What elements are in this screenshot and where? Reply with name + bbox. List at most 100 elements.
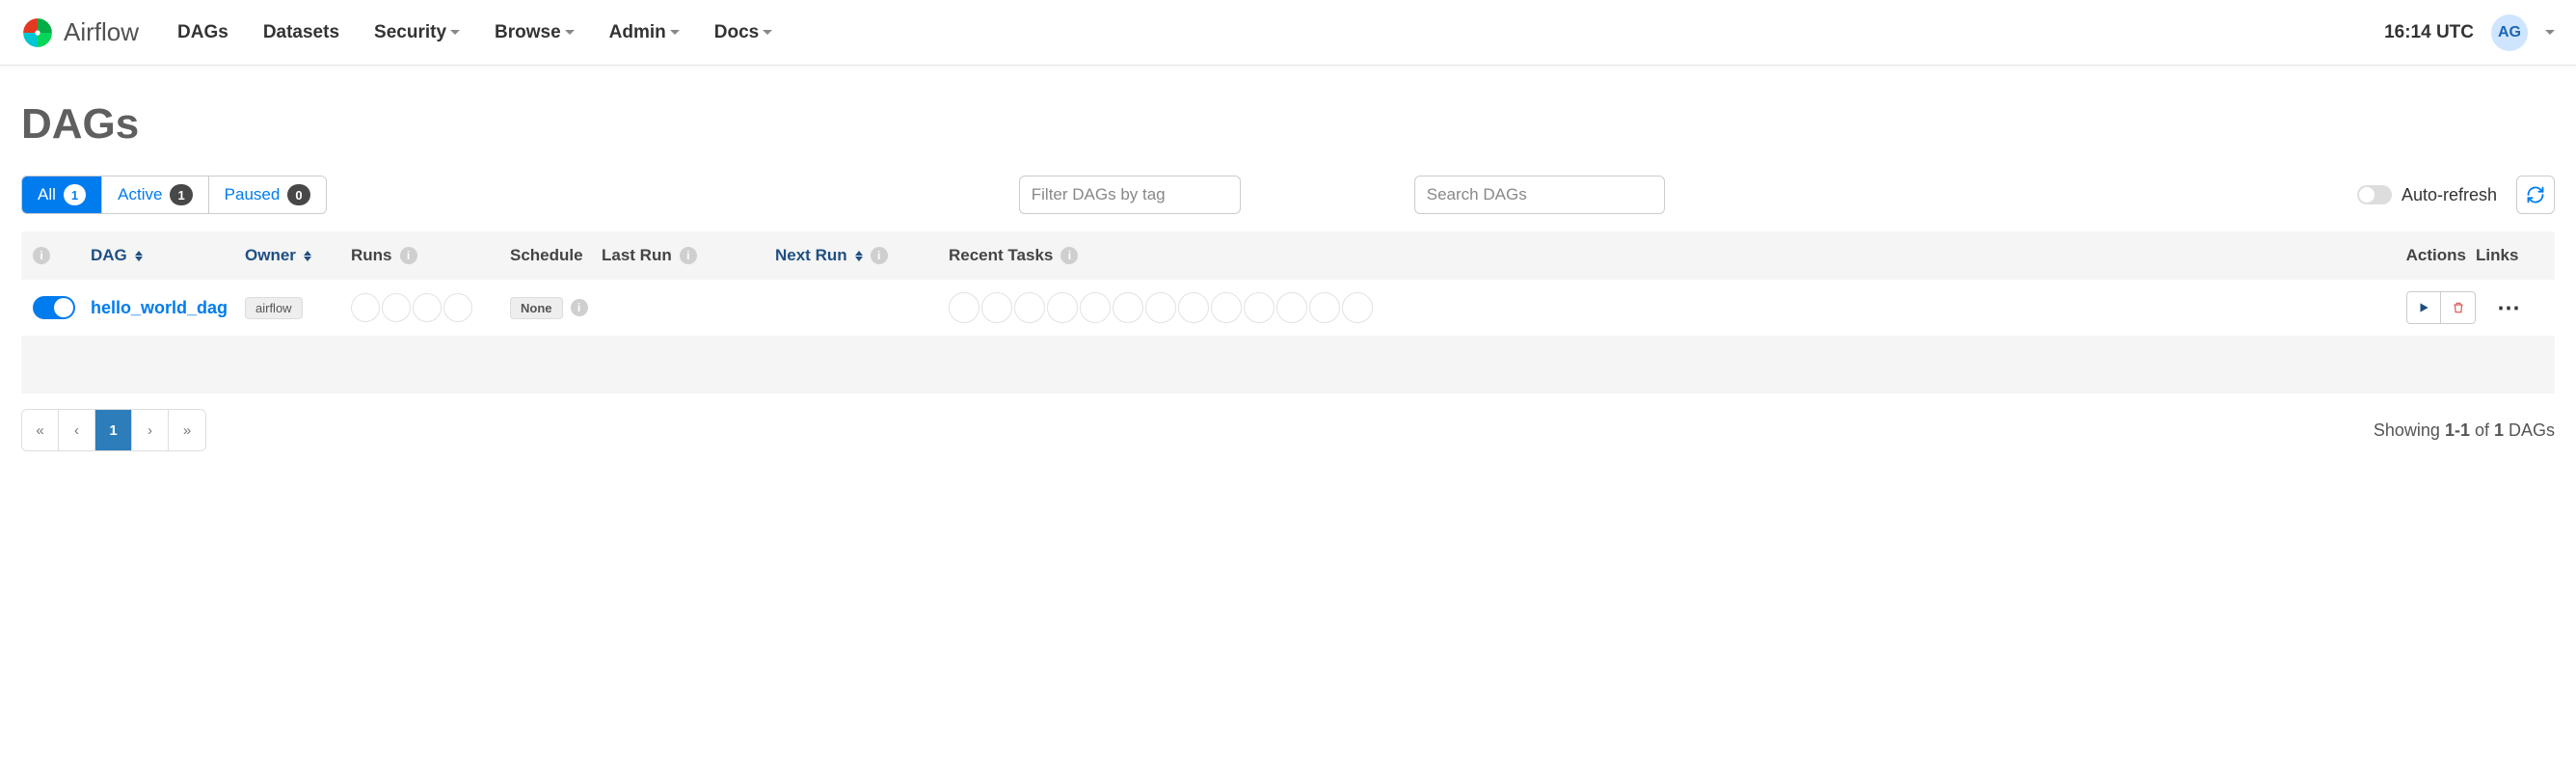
chevron-down-icon xyxy=(565,30,575,35)
col-label: Next Run xyxy=(775,246,847,265)
schedule-badge[interactable]: None xyxy=(510,297,563,319)
col-owner[interactable]: Owner xyxy=(245,246,351,265)
recent-tasks-circles xyxy=(949,292,2379,323)
filter-tab-all[interactable]: All 1 xyxy=(22,176,102,213)
col-label: Owner xyxy=(245,246,296,265)
table-row: hello_world_dag airflow None i xyxy=(21,280,2555,336)
nav-item-docs[interactable]: Docs xyxy=(714,22,772,43)
play-icon xyxy=(2417,301,2430,314)
result-summary: Showing 1-1 of 1 DAGs xyxy=(2374,420,2555,441)
col-recent-tasks: Recent Tasks i xyxy=(949,246,2379,265)
clock[interactable]: 16:14 UTC xyxy=(2384,22,2474,43)
task-status-circle[interactable] xyxy=(1276,292,1307,323)
sort-icon xyxy=(304,251,311,261)
task-status-circle[interactable] xyxy=(1309,292,1340,323)
task-status-circle[interactable] xyxy=(1113,292,1143,323)
table-header: i DAG Owner Runs i Schedule Last Run i N… xyxy=(21,231,2555,280)
page-title: DAGs xyxy=(21,100,2555,149)
nav-item-browse[interactable]: Browse xyxy=(495,22,575,43)
user-avatar[interactable]: AG xyxy=(2491,14,2528,51)
chevron-down-icon[interactable] xyxy=(2545,30,2555,35)
task-status-circle[interactable] xyxy=(981,292,1012,323)
col-last-run: Last Run i xyxy=(602,246,775,265)
nav-item-label: DAGs xyxy=(177,22,228,43)
trigger-dag-button[interactable] xyxy=(2406,291,2441,324)
col-label: Runs xyxy=(351,246,392,265)
task-status-circle[interactable] xyxy=(1211,292,1242,323)
trash-icon xyxy=(2452,301,2465,314)
col-label: Last Run xyxy=(602,246,672,265)
task-status-circle[interactable] xyxy=(1244,292,1275,323)
info-icon[interactable]: i xyxy=(1060,247,1078,264)
col-next-run[interactable]: Next Run i xyxy=(775,246,949,265)
count-badge: 1 xyxy=(170,184,192,205)
delete-dag-button[interactable] xyxy=(2441,291,2476,324)
auto-refresh-toggle[interactable] xyxy=(2357,185,2392,204)
nav-right: 16:14 UTC AG xyxy=(2384,14,2555,51)
nav-item-security[interactable]: Security xyxy=(374,22,460,43)
dags-table: i DAG Owner Runs i Schedule Last Run i N… xyxy=(21,231,2555,393)
chevron-down-icon xyxy=(450,30,460,35)
page-first[interactable]: « xyxy=(22,410,59,450)
nav-item-label: Security xyxy=(374,22,446,43)
page-body: DAGs All 1 Active 1 Paused 0 Auto-refres… xyxy=(0,66,2576,480)
page-next[interactable]: › xyxy=(132,410,169,450)
page-last[interactable]: » xyxy=(169,410,205,450)
more-links-button[interactable]: ⋯ xyxy=(2476,294,2543,322)
filter-tab-active[interactable]: Active 1 xyxy=(102,176,209,213)
col-label: DAG xyxy=(91,246,127,265)
dag-name-link[interactable]: hello_world_dag xyxy=(91,298,228,317)
col-label: Links xyxy=(2476,246,2518,265)
task-status-circle[interactable] xyxy=(1145,292,1176,323)
nav-item-dags[interactable]: DAGs xyxy=(177,22,228,43)
chevron-down-icon xyxy=(763,30,772,35)
pagination: « ‹ 1 › » xyxy=(21,409,206,451)
page-prev[interactable]: ‹ xyxy=(59,410,95,450)
col-schedule: Schedule xyxy=(510,246,602,265)
brand[interactable]: Airflow xyxy=(21,16,139,49)
task-status-circle[interactable] xyxy=(1047,292,1078,323)
count-badge: 1 xyxy=(64,184,86,205)
search-input[interactable] xyxy=(1414,176,1665,214)
count-badge: 0 xyxy=(287,184,309,205)
col-runs: Runs i xyxy=(351,246,510,265)
info-icon[interactable]: i xyxy=(871,247,888,264)
sort-icon xyxy=(855,251,863,261)
run-status-circle[interactable] xyxy=(443,293,472,322)
run-status-circle[interactable] xyxy=(382,293,411,322)
table-footer: « ‹ 1 › » Showing 1-1 of 1 DAGs xyxy=(21,409,2555,451)
col-label: Actions xyxy=(2406,246,2466,265)
page-number[interactable]: 1 xyxy=(95,410,132,450)
nav-item-label: Datasets xyxy=(263,22,339,43)
nav-item-datasets[interactable]: Datasets xyxy=(263,22,339,43)
avatar-initials: AG xyxy=(2498,24,2521,41)
navbar: Airflow DAGs Datasets Security Browse Ad… xyxy=(0,0,2576,66)
filter-tabs: All 1 Active 1 Paused 0 xyxy=(21,176,327,214)
schedule-cell: None i xyxy=(510,297,602,319)
run-status-circle[interactable] xyxy=(413,293,442,322)
col-dag[interactable]: DAG xyxy=(91,246,245,265)
filter-tab-label: All xyxy=(38,185,56,204)
filter-tab-paused[interactable]: Paused 0 xyxy=(209,176,326,213)
col-label: Schedule xyxy=(510,246,583,265)
nav-item-label: Browse xyxy=(495,22,561,43)
refresh-button[interactable] xyxy=(2516,176,2555,214)
nav-item-admin[interactable]: Admin xyxy=(609,22,680,43)
task-status-circle[interactable] xyxy=(1342,292,1373,323)
brand-name: Airflow xyxy=(64,17,139,47)
dag-enable-toggle[interactable] xyxy=(33,296,75,319)
chevron-down-icon xyxy=(670,30,680,35)
tag-filter-input[interactable] xyxy=(1019,176,1241,214)
task-status-circle[interactable] xyxy=(949,292,979,323)
task-status-circle[interactable] xyxy=(1178,292,1209,323)
info-icon[interactable]: i xyxy=(680,247,697,264)
run-status-circle[interactable] xyxy=(351,293,380,322)
refresh-icon xyxy=(2526,185,2545,204)
info-icon[interactable]: i xyxy=(400,247,417,264)
auto-refresh: Auto-refresh xyxy=(2357,185,2497,205)
task-status-circle[interactable] xyxy=(1080,292,1111,323)
task-status-circle[interactable] xyxy=(1014,292,1045,323)
info-icon[interactable]: i xyxy=(33,247,50,264)
info-icon[interactable]: i xyxy=(571,299,588,316)
owner-chip[interactable]: airflow xyxy=(245,297,303,319)
